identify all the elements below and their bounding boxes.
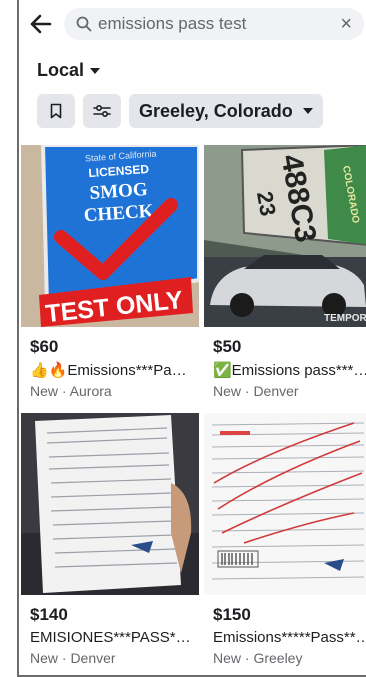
listing-title: ✅Emissions pass***… — [213, 362, 366, 379]
location-dropdown[interactable]: Greeley, Colorado — [129, 94, 323, 128]
listing-price: $60 — [30, 337, 59, 356]
caret-down-icon — [90, 67, 101, 74]
listing-title: Emissions*****Pass**… — [213, 629, 366, 646]
plate-sticker-text: 23 — [252, 189, 281, 217]
sign-smog-text: SMOG — [89, 179, 149, 204]
listing-photo[interactable] — [204, 413, 366, 595]
scope-dropdown[interactable]: Local — [37, 60, 101, 81]
test-report-paper-image — [21, 413, 199, 595]
filters-button[interactable] — [83, 94, 121, 128]
listing-card[interactable]: 488C3 23 COLORADO TEMPORAL $50 ✅Emission… — [204, 145, 366, 399]
filter-bar: Greeley, Colorado — [37, 94, 323, 128]
listing-price: $140 — [30, 605, 68, 624]
listing-meta: New · Denver — [213, 383, 299, 399]
photo-watermark-text: TEMPORAL — [324, 313, 366, 324]
listing-meta: New · Denver — [30, 650, 116, 666]
listing-photo[interactable]: 488C3 23 COLORADO TEMPORAL — [204, 145, 366, 327]
listing-price: $50 — [213, 337, 242, 356]
top-bar: × — [19, 0, 366, 50]
scope-label: Local — [37, 60, 85, 80]
marketplace-screen: × Local Greeley, Colorado — [17, 0, 366, 677]
listing-title: EMISIONES***PASS*… — [30, 629, 191, 646]
search-input[interactable] — [98, 8, 318, 40]
listing-title: 👍🔥Emissions***Pa… — [30, 362, 187, 379]
saved-button[interactable] — [37, 94, 75, 128]
clear-search-button[interactable]: × — [340, 14, 352, 34]
search-bar[interactable]: × — [64, 8, 364, 40]
listing-card[interactable]: $140 EMISIONES***PASS*… New · Denver — [21, 413, 199, 666]
listing-card[interactable]: State of California LICENSED SMOG CHECK … — [21, 145, 199, 399]
license-plate-car-image: 488C3 23 COLORADO TEMPORAL — [204, 145, 366, 327]
listing-meta: New · Greeley — [213, 650, 303, 666]
listing-meta: New · Aurora — [30, 383, 112, 399]
back-button[interactable] — [27, 10, 55, 38]
sliders-icon — [93, 104, 111, 118]
listing-photo[interactable] — [21, 413, 199, 595]
listing-photo[interactable]: State of California LICENSED SMOG CHECK … — [21, 145, 199, 327]
back-arrow-icon — [30, 14, 52, 34]
listing-card[interactable]: $150 Emissions*****Pass**… New · Greeley — [204, 413, 366, 666]
search-icon — [76, 16, 92, 32]
bookmark-icon — [50, 103, 62, 119]
caret-down-icon — [302, 108, 313, 114]
smog-check-sign-image: State of California LICENSED SMOG CHECK … — [21, 145, 199, 327]
listing-price: $150 — [213, 605, 251, 624]
marked-report-image — [204, 413, 366, 595]
location-label: Greeley, Colorado — [139, 100, 293, 121]
